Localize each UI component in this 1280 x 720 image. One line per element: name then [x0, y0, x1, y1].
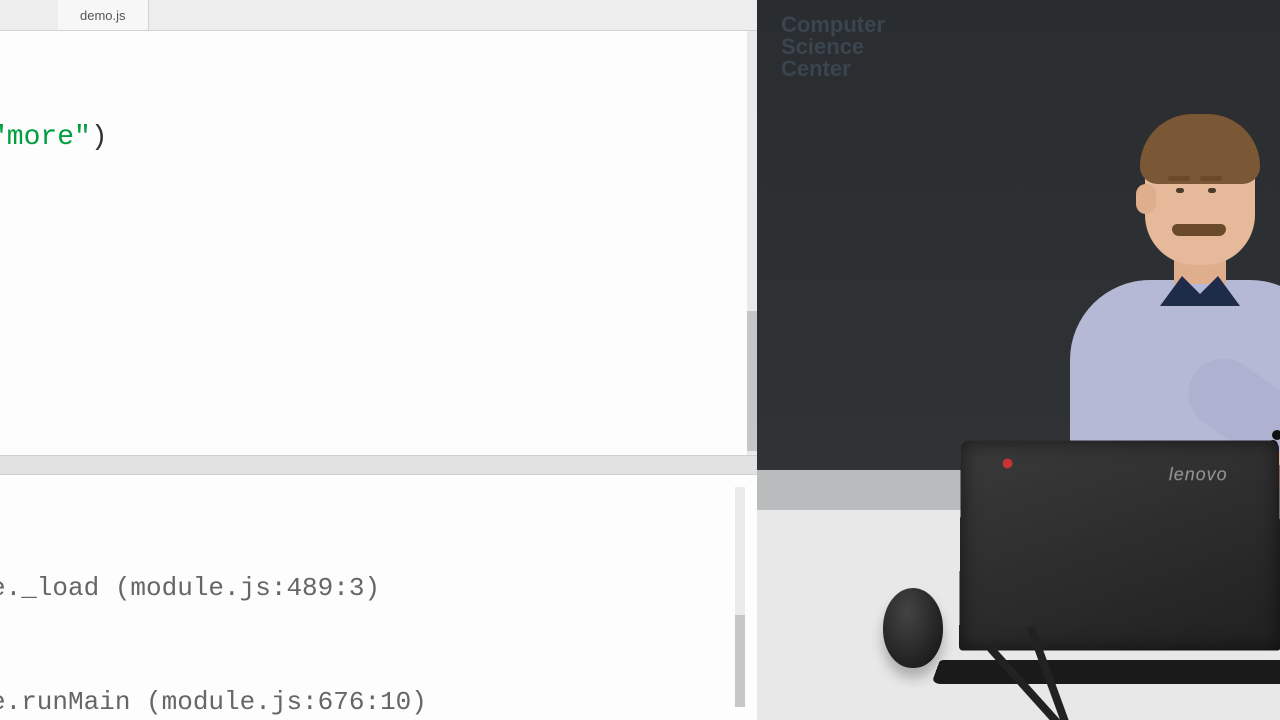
code-punct: ) — [91, 122, 108, 153]
lapel-mic-icon — [1272, 430, 1280, 440]
tab-bar: demo.js — [0, 0, 757, 31]
logo-line: Science — [781, 36, 885, 58]
tab-label: demo.js — [80, 8, 126, 23]
presenter-video: Computer Science Center lenovo — [757, 0, 1280, 720]
tripod — [1010, 620, 1130, 720]
logo-line: Center — [781, 58, 885, 80]
terminal-line: e._load (module.js:489:3) — [0, 569, 568, 607]
panel-divider[interactable] — [0, 455, 757, 475]
code-editor[interactable]: "more") ) { r("wer").length) — [0, 31, 757, 455]
computer-mouse — [883, 588, 943, 668]
tab-gutter — [0, 0, 58, 30]
tab-demo-js[interactable]: demo.js — [58, 0, 149, 30]
terminal-panel[interactable]: e._load (module.js:489:3) e.runMain (mod… — [0, 475, 757, 720]
csc-logo: Computer Science Center — [781, 14, 885, 80]
terminal-scroll-thumb[interactable] — [735, 615, 745, 707]
ide-panel: demo.js "more") ) { r("wer").length) e._… — [0, 0, 757, 720]
laptop-brand: lenovo — [1169, 464, 1228, 485]
code-string: "more" — [0, 122, 91, 153]
thinkpad-dot-icon — [1003, 458, 1013, 468]
logo-line: Computer — [781, 14, 885, 36]
terminal-line: e.runMain (module.js:676:10) — [0, 683, 568, 720]
editor-scroll-thumb[interactable] — [747, 311, 757, 451]
